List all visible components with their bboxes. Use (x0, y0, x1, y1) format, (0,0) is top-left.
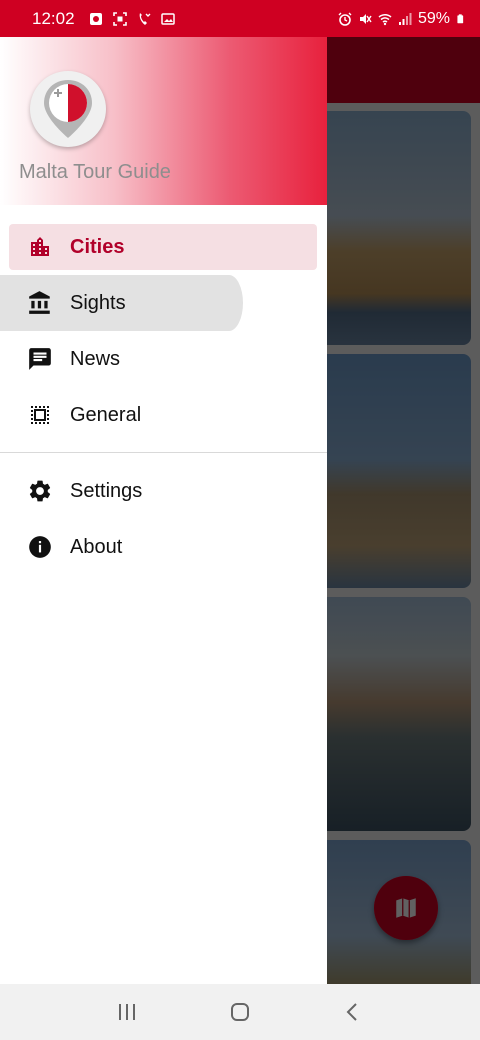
screenshot-icon (112, 11, 127, 26)
drawer-item-label: General (70, 403, 142, 426)
system-navigation-bar (0, 984, 480, 1040)
status-notification-icons (89, 11, 175, 26)
drawer-item-about[interactable]: About (0, 519, 327, 575)
drawer-item-settings[interactable]: Settings (0, 463, 327, 519)
drawer-item-cities[interactable]: Cities (0, 219, 327, 275)
drawer-item-news[interactable]: News (0, 331, 327, 387)
gallery-icon (160, 12, 175, 25)
status-system-icons: 59% (338, 10, 466, 28)
drawer-item-label: About (70, 535, 123, 558)
news-icon (27, 346, 53, 372)
navigation-drawer: Malta Tour Guide Cities Sights News Gene… (0, 37, 327, 984)
recents-icon (118, 1004, 135, 1020)
fab-scrim (374, 876, 438, 940)
city-icon (27, 234, 53, 260)
drawer-header: Malta Tour Guide (0, 37, 327, 205)
wifi-icon (378, 13, 392, 25)
drawer-item-general[interactable]: General (0, 387, 327, 443)
drawer-item-label: Cities (70, 235, 125, 258)
drawer-item-label: Settings (70, 479, 143, 502)
battery-icon (457, 13, 464, 23)
info-icon (27, 534, 53, 560)
status-time: 12:02 (32, 8, 75, 28)
drawer-item-sights[interactable]: Sights (0, 275, 327, 331)
museum-icon (27, 290, 53, 316)
app-name: Malta Tour Guide (19, 161, 171, 183)
back-button[interactable] (333, 992, 373, 1032)
malta-flag-pin-icon (30, 71, 106, 147)
battery-percent: 59% (417, 9, 450, 27)
drawer-menu: Cities Sights News General Settings Abou… (0, 205, 327, 575)
home-icon (230, 1003, 249, 1021)
recents-button[interactable] (107, 992, 147, 1032)
general-icon (27, 402, 53, 428)
drawer-item-label: Sights (70, 291, 126, 314)
gear-icon (27, 478, 53, 504)
home-button[interactable] (220, 992, 260, 1032)
selected-highlight (9, 224, 317, 270)
status-bar: 12:02 59% (0, 0, 480, 37)
signal-icon (398, 12, 412, 25)
back-icon (346, 1003, 358, 1021)
outlook-icon (89, 12, 102, 25)
missed-call-icon (139, 12, 151, 25)
drawer-divider (0, 452, 327, 453)
drawer-item-label: News (70, 347, 121, 370)
mute-icon (359, 13, 372, 24)
alarm-icon (338, 12, 352, 26)
